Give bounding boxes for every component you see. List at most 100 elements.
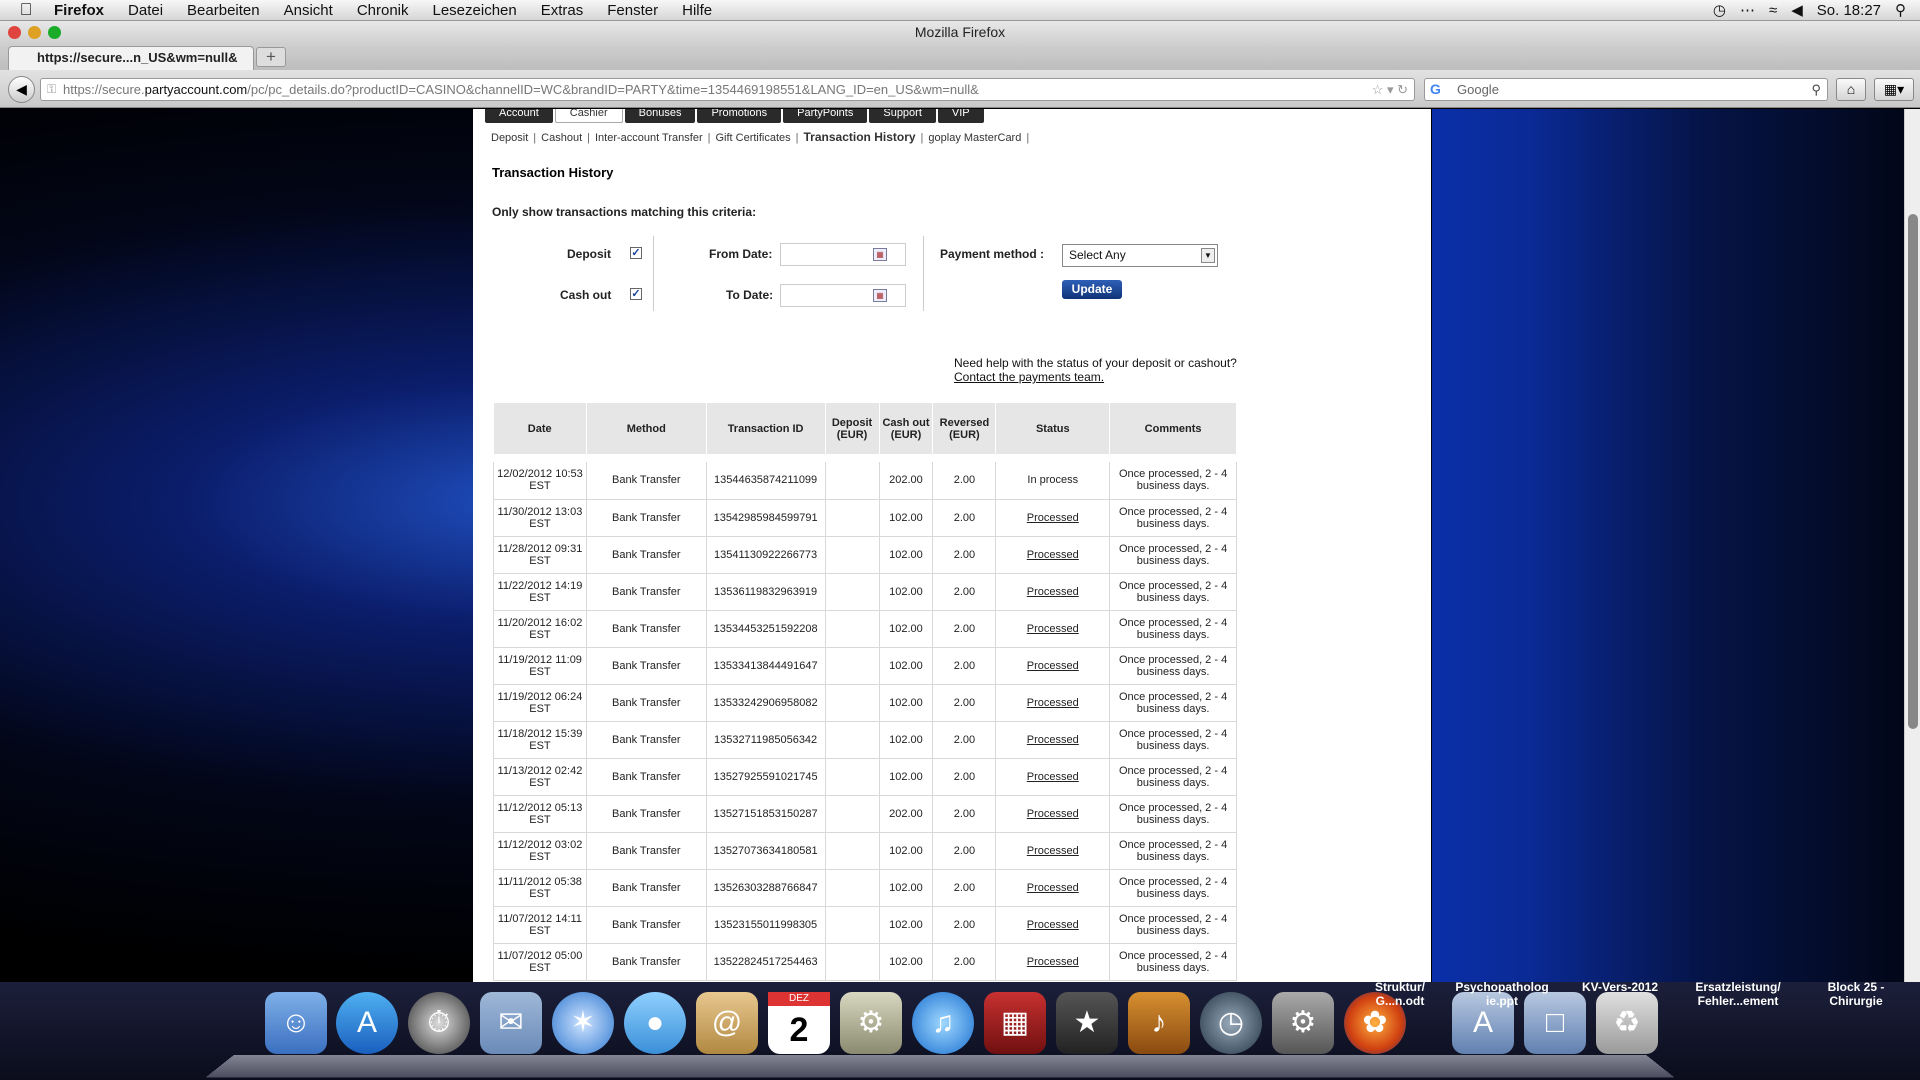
close-window-icon[interactable]: [8, 26, 21, 39]
cell-status[interactable]: Processed: [995, 795, 1111, 833]
calendar-icon[interactable]: ▦: [873, 248, 887, 261]
cell-status[interactable]: Processed: [995, 721, 1111, 759]
menu-datei[interactable]: Datei: [116, 2, 175, 19]
time-machine-icon[interactable]: ◷: [1200, 992, 1262, 1054]
itunes-icon[interactable]: ♫: [912, 992, 974, 1054]
cashout-checkbox[interactable]: ✓: [630, 288, 642, 300]
address-book-icon[interactable]: @: [696, 992, 758, 1054]
imovie-icon[interactable]: ★: [1056, 992, 1118, 1054]
page-scrollbar[interactable]: [1904, 109, 1920, 982]
cell-deposit: [825, 721, 880, 759]
menu-firefox[interactable]: Firefox: [52, 2, 116, 19]
spotlight-icon[interactable]: ⚲: [1895, 1, 1906, 19]
menu-lesezeichen[interactable]: Lesezeichen: [421, 2, 529, 19]
cell-reversed: 2.00: [932, 795, 997, 833]
menubar-clock[interactable]: So. 18:27: [1817, 2, 1881, 19]
browser-tab[interactable]: https://secure...n_US&wm=null&: [8, 46, 254, 70]
menu-chronik[interactable]: Chronik: [345, 2, 421, 19]
desktop-file-block25[interactable]: Block 25 - Chirurgie: [1800, 980, 1912, 1008]
new-tab-button[interactable]: +: [256, 47, 286, 67]
cell-method: Bank Transfer: [586, 758, 707, 796]
cell-deposit: [825, 795, 880, 833]
bluetooth-icon[interactable]: ⋯: [1740, 1, 1755, 19]
minimize-window-icon[interactable]: [28, 26, 41, 39]
apple-menu-icon[interactable]: : [0, 0, 52, 20]
cell-cashout: 102.00: [879, 869, 934, 907]
cell-status[interactable]: Processed: [995, 610, 1111, 648]
deposit-checkbox[interactable]: ✓: [630, 247, 642, 259]
desktop-file-psychopathologie[interactable]: Psychopatholog ie.ppt: [1446, 980, 1558, 1008]
payment-method-select[interactable]: Select Any ▼: [1062, 244, 1218, 267]
search-input[interactable]: G Google ⚲: [1424, 78, 1828, 101]
back-button[interactable]: ◀: [8, 76, 35, 103]
system-preferences-icon[interactable]: ⚙: [1272, 992, 1334, 1054]
photo-booth-icon[interactable]: ▦: [984, 992, 1046, 1054]
cell-status[interactable]: Processed: [995, 832, 1111, 870]
url-bar[interactable]: ⚿ https://secure.partyaccount.com/pc/pc_…: [40, 78, 1415, 101]
desktop-file-kv-vers[interactable]: KV-Vers-2012: [1568, 980, 1672, 994]
tab-cashier[interactable]: Cashier: [554, 109, 623, 123]
subnav-deposit[interactable]: Deposit: [491, 132, 528, 144]
wifi-icon[interactable]: ≈: [1769, 2, 1777, 19]
from-date-input[interactable]: ▦: [780, 243, 906, 266]
menu-fenster[interactable]: Fenster: [595, 2, 670, 19]
google-icon[interactable]: G: [1430, 79, 1441, 100]
menu-bearbeiten[interactable]: Bearbeiten: [175, 2, 272, 19]
tab-account[interactable]: Account: [485, 109, 553, 123]
desktop-file-struktur[interactable]: Struktur/ G...n.odt: [1350, 980, 1450, 1008]
menu-hilfe[interactable]: Hilfe: [670, 2, 724, 19]
cell-deposit: [825, 943, 880, 981]
cell-status[interactable]: Processed: [995, 536, 1111, 574]
home-button[interactable]: ⌂: [1836, 78, 1866, 101]
search-icon[interactable]: ⚲: [1811, 79, 1821, 100]
subnav-inter-account-transfer[interactable]: Inter-account Transfer: [595, 132, 703, 144]
scrollbar-thumb[interactable]: [1908, 214, 1918, 729]
cell-cashout: 102.00: [879, 943, 934, 981]
finder-icon[interactable]: ☺: [265, 992, 327, 1054]
trash-icon[interactable]: ♻: [1596, 992, 1658, 1054]
tab-partypoints[interactable]: PartyPoints: [783, 109, 868, 123]
menu-ansicht[interactable]: Ansicht: [272, 2, 345, 19]
calendar-icon[interactable]: ▦: [873, 289, 887, 302]
cell-status[interactable]: Processed: [995, 499, 1111, 537]
dashboard-icon[interactable]: ⏱: [408, 992, 470, 1054]
cell-status[interactable]: Processed: [995, 869, 1111, 907]
calendar-icon[interactable]: DEZ 2: [768, 992, 830, 1054]
cell-status[interactable]: Processed: [995, 573, 1111, 611]
mail-stamp-icon[interactable]: ✉: [480, 992, 542, 1054]
facetime-icon[interactable]: ●: [624, 992, 686, 1054]
cell-status[interactable]: Processed: [995, 758, 1111, 796]
cell-cashout: 102.00: [879, 832, 934, 870]
volume-icon[interactable]: ◀: [1791, 1, 1803, 19]
cell-status[interactable]: Processed: [995, 684, 1111, 722]
cell-method: Bank Transfer: [586, 610, 707, 648]
update-button[interactable]: Update: [1062, 280, 1122, 299]
cell-comments: Once processed, 2 - 4 business days.: [1109, 758, 1237, 796]
tab-vip[interactable]: VIP: [937, 109, 984, 123]
tab-promotions[interactable]: Promotions: [697, 109, 782, 123]
iphoto-icon[interactable]: ⚙: [840, 992, 902, 1054]
zoom-window-icon[interactable]: [48, 26, 61, 39]
menu-extras[interactable]: Extras: [529, 2, 596, 19]
desktop-file-ersatzleistung[interactable]: Ersatzleistung/ Fehler...ement: [1682, 980, 1794, 1008]
cell-date: 11/28/2012 09:31 EST: [493, 536, 587, 574]
to-date-input[interactable]: ▦: [780, 284, 906, 307]
subnav-transaction-history[interactable]: Transaction History: [804, 130, 916, 144]
bookmark-star-icon[interactable]: ☆ ▾ ↻: [1372, 79, 1408, 100]
contact-payments-link[interactable]: Contact the payments team.: [954, 370, 1237, 384]
subnav-gift-certificates[interactable]: Gift Certificates: [715, 132, 790, 144]
cell-status[interactable]: Processed: [995, 647, 1111, 685]
cell-status[interactable]: Processed: [995, 906, 1111, 944]
time-machine-icon[interactable]: ◷: [1713, 1, 1726, 19]
cell-method: Bank Transfer: [586, 573, 707, 611]
app-store-icon[interactable]: A: [336, 992, 398, 1054]
cell-status[interactable]: Processed: [995, 943, 1111, 981]
filter-divider: [653, 236, 654, 311]
safari-icon[interactable]: ✶: [552, 992, 614, 1054]
tab-support[interactable]: Support: [869, 109, 936, 123]
tab-bonuses[interactable]: Bonuses: [624, 109, 696, 123]
garageband-icon[interactable]: ♪: [1128, 992, 1190, 1054]
subnav-goplay-mastercard[interactable]: goplay MasterCard: [928, 132, 1021, 144]
addon-button[interactable]: ▦▾: [1874, 78, 1914, 101]
subnav-cashout[interactable]: Cashout: [541, 132, 582, 144]
